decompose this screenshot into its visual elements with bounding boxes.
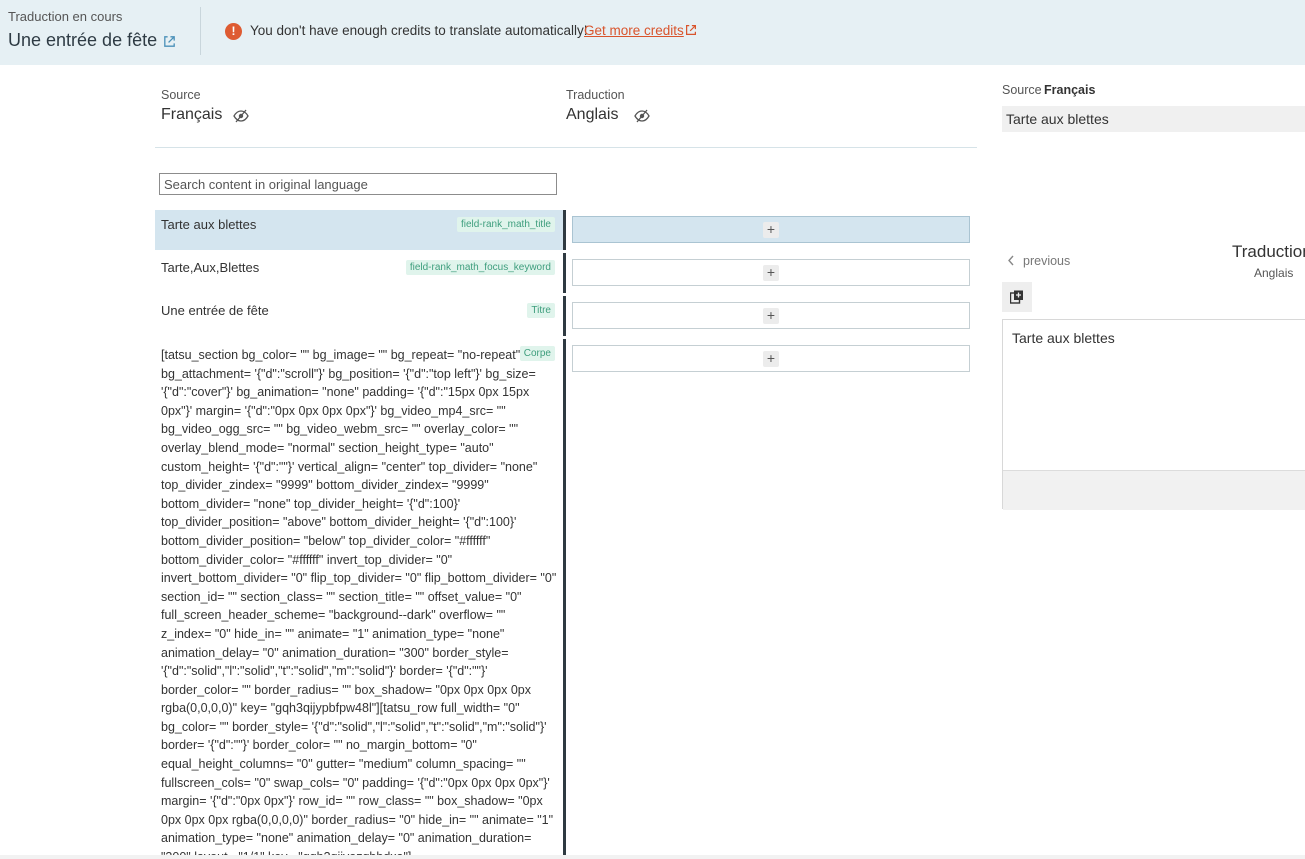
- previous-button[interactable]: previous: [1023, 254, 1070, 268]
- translation-field-1[interactable]: +: [572, 216, 970, 243]
- source-language: Français: [161, 106, 223, 123]
- header-divider: [200, 7, 201, 55]
- source-row-2[interactable]: Tarte,Aux,Blettes field-rank_math_focus_…: [155, 253, 563, 293]
- chevron-left-icon[interactable]: [1007, 255, 1015, 266]
- row-divider: [563, 210, 566, 250]
- field-tag: Corpe: [519, 346, 555, 361]
- translation-field-2[interactable]: +: [572, 259, 970, 286]
- copy-source-button[interactable]: [1002, 282, 1032, 312]
- panel-translation-title: Traduction: [1232, 242, 1305, 261]
- header-separator: [155, 147, 977, 148]
- warning-icon: !: [225, 23, 242, 40]
- bottom-edge: [0, 855, 1305, 859]
- editor-text[interactable]: Tarte aux blettes: [1012, 330, 1115, 346]
- source-text: [tatsu_section bg_color= "" bg_image= ""…: [161, 348, 557, 855]
- source-row-4[interactable]: [tatsu_section bg_color= "" bg_image= ""…: [155, 339, 563, 855]
- translation-field-4[interactable]: +: [572, 345, 970, 372]
- field-tag: field-rank_math_focus_keyword: [405, 260, 555, 275]
- row-divider: [563, 253, 566, 293]
- target-language: Anglais: [566, 106, 619, 123]
- external-link-icon[interactable]: [162, 34, 177, 49]
- source-text: Tarte aux blettes: [161, 217, 257, 232]
- translation-field-3[interactable]: +: [572, 302, 970, 329]
- source-row-1[interactable]: Tarte aux blettes field-rank_math_title: [155, 210, 563, 250]
- panel-source-label: Source: [1002, 83, 1042, 97]
- add-translation-button[interactable]: +: [763, 265, 779, 281]
- editor-footer: [1003, 470, 1305, 510]
- credits-warning: You don't have enough credits to transla…: [250, 23, 588, 38]
- translation-status: Traduction en cours: [8, 9, 123, 24]
- field-tag: Titre: [527, 303, 555, 318]
- source-text: Une entrée de fête: [161, 303, 269, 318]
- source-text: Tarte,Aux,Blettes: [161, 260, 260, 275]
- get-more-credits-link[interactable]: Get more credits: [584, 23, 684, 38]
- row-divider: [563, 296, 566, 336]
- external-link-icon[interactable]: [684, 23, 698, 37]
- target-label: Traduction: [566, 88, 625, 102]
- search-input[interactable]: [159, 173, 557, 195]
- copy-icon: [1010, 290, 1023, 304]
- field-tag: field-rank_math_title: [456, 217, 555, 232]
- row-divider: [563, 339, 566, 855]
- page-title: Une entrée de fête: [8, 30, 158, 50]
- source-label: Source: [161, 88, 201, 102]
- translation-editor[interactable]: Tarte aux blettes: [1002, 319, 1305, 510]
- panel-source-text: Tarte aux blettes: [1002, 106, 1305, 132]
- eye-off-icon[interactable]: [233, 109, 249, 123]
- top-bar: Traduction en cours Une entrée de fête !…: [0, 0, 1305, 65]
- source-row-3[interactable]: Une entrée de fête Titre: [155, 296, 563, 336]
- panel-translation-language: Anglais: [1254, 266, 1294, 280]
- add-translation-button[interactable]: +: [763, 351, 779, 367]
- panel-source-language: Français: [1044, 83, 1096, 97]
- add-translation-button[interactable]: +: [763, 308, 779, 324]
- add-translation-button[interactable]: +: [763, 222, 779, 238]
- eye-off-icon[interactable]: [634, 109, 650, 123]
